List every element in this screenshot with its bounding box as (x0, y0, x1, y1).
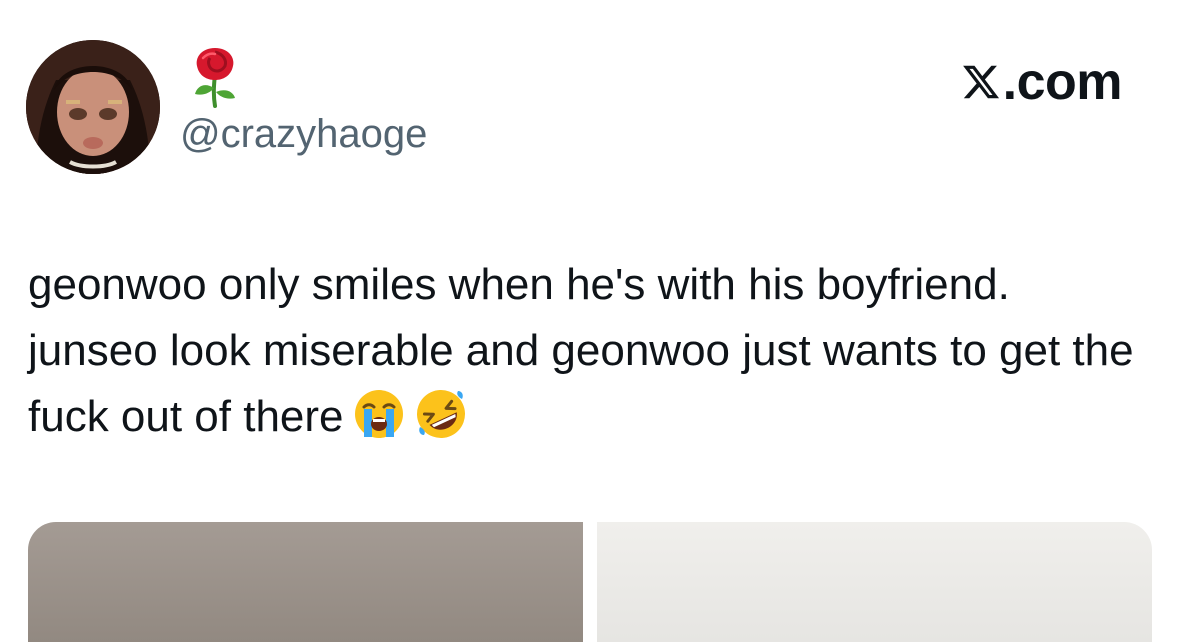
avatar[interactable] (26, 40, 160, 174)
display-name-rose-emoji[interactable] (185, 44, 245, 108)
avatar-image (26, 40, 160, 174)
brand-suffix: .com (1002, 53, 1123, 111)
media-image-2[interactable] (597, 522, 1152, 642)
media-image-1[interactable] (28, 522, 583, 642)
tweet-body: geonwoo only smiles when he's with his b… (28, 260, 1134, 441)
brand-logo: .com (961, 52, 1123, 112)
rose-emoji (195, 48, 235, 108)
loudly-crying-face-emoji (352, 387, 406, 441)
user-handle[interactable]: @crazyhaoge (180, 108, 427, 160)
tweet-text: geonwoo only smiles when he's with his b… (28, 252, 1138, 450)
rolling-on-the-floor-laughing-emoji (414, 387, 468, 441)
x-logo-icon (961, 62, 1001, 102)
